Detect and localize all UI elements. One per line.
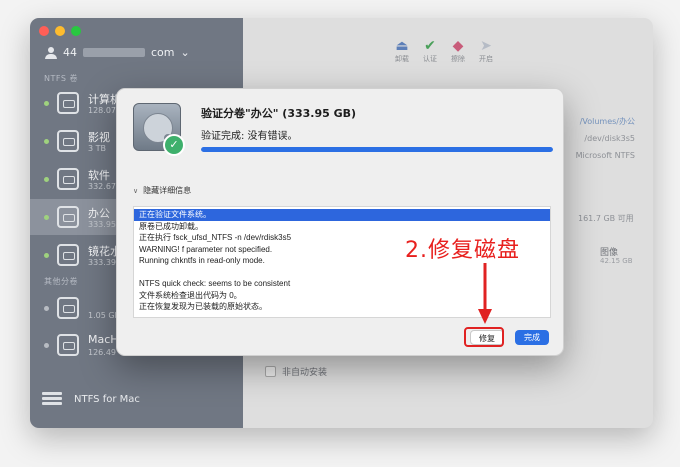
volume-size: 3 TB <box>88 144 107 153</box>
close-window-button[interactable] <box>39 26 49 36</box>
drive-icon <box>57 334 79 356</box>
log-line: 原卷已成功卸载。 <box>139 221 203 231</box>
done-button[interactable]: 完成 <box>515 330 549 345</box>
account-redacted <box>83 48 145 57</box>
drive-icon <box>57 130 79 152</box>
volume-size: 333.39 <box>88 258 116 267</box>
hard-drive-icon: ✓ <box>131 101 185 157</box>
volume-name: 办公 <box>88 207 110 220</box>
verify-label: 认证 <box>423 55 437 63</box>
progress-fill <box>201 147 553 152</box>
annotation-highlight-box <box>464 327 504 347</box>
volume-size: 128.07 <box>88 106 116 115</box>
sidebar-footer: NTFS for Mac <box>42 392 140 406</box>
drive-icon <box>57 92 79 114</box>
open-button[interactable]: ➤ 开启 <box>476 38 496 64</box>
dialog-title: 验证分卷"办公" (333.95 GB) <box>201 107 357 120</box>
volume-size: 332.67 <box>88 182 116 191</box>
success-check-icon: ✓ <box>163 134 185 156</box>
log-line: 正在验证文件系统。 <box>134 209 550 221</box>
drive-icon <box>57 206 79 228</box>
mount-path-link[interactable]: /Volumes/办公 <box>557 113 635 130</box>
mounted-status-dot <box>44 306 49 311</box>
drive-icon <box>57 244 79 266</box>
volume-info-panel: /Volumes/办公 /dev/disk3s5 Microsoft NTFS <box>557 113 635 164</box>
account-suffix: com <box>151 46 175 59</box>
annotation-arrow <box>478 263 492 324</box>
free-space-label: 161.7 GB 可用 <box>578 214 634 223</box>
checkmark-icon: ✔ <box>424 38 436 54</box>
erase-button[interactable]: ◆ 擦除 <box>448 38 468 64</box>
section-other-label: 其他分卷 <box>44 277 78 286</box>
mounted-status-dot <box>44 139 49 144</box>
non-auto-mount-checkbox[interactable]: 非自动安装 <box>265 365 327 378</box>
verification-progress-bar <box>201 147 553 152</box>
checkbox-box <box>265 366 276 377</box>
unmount-label: 卸载 <box>395 55 409 63</box>
app-logo-icon <box>42 392 62 406</box>
mounted-status-dot <box>44 215 49 220</box>
window-controls <box>39 26 81 36</box>
minimize-window-button[interactable] <box>55 26 65 36</box>
verify-button[interactable]: ✔ 认证 <box>420 38 440 64</box>
eraser-icon: ◆ <box>452 38 464 54</box>
annotation-label: 2.修复磁盘 <box>405 238 520 263</box>
hide-details-toggle[interactable]: ∨ 隐藏详细信息 <box>133 185 191 196</box>
app-name: NTFS for Mac <box>74 393 140 405</box>
erase-label: 擦除 <box>451 55 465 63</box>
details-toggle-label: 隐藏详细信息 <box>143 186 192 195</box>
mounted-status-dot <box>44 177 49 182</box>
usage-type-size: 42.15 GB <box>600 257 633 265</box>
mounted-status-dot <box>44 343 49 348</box>
zoom-window-button[interactable] <box>71 26 81 36</box>
open-label: 开启 <box>479 55 493 63</box>
main-toolbar: ⏏ 卸载 ✔ 认证 ◆ 擦除 ➤ 开启 <box>392 38 496 64</box>
section-ntfs-label: NTFS 卷 <box>44 74 78 83</box>
non-auto-mount-label: 非自动安装 <box>282 368 328 378</box>
volume-name: 影视 <box>88 131 110 144</box>
account-prefix: 44 <box>63 46 77 59</box>
account-menu[interactable]: 44 com ⌄ <box>45 46 190 59</box>
mounted-status-dot <box>44 253 49 258</box>
chevron-down-icon: ⌄ <box>180 46 190 59</box>
user-icon <box>45 46 57 59</box>
volume-name: 软件 <box>88 169 110 182</box>
format-name: Microsoft NTFS <box>575 151 635 160</box>
eject-icon: ⏏ <box>395 38 409 54</box>
verify-dialog: ✓ 验证分卷"办公" (333.95 GB) 验证完成: 没有错误。 ∨ 隐藏详… <box>116 88 564 356</box>
drive-icon <box>57 168 79 190</box>
verification-status: 验证完成: 没有错误。 <box>201 131 298 142</box>
chevron-down-icon: ∨ <box>133 186 139 195</box>
send-icon: ➤ <box>480 38 492 54</box>
volume-size: 126.49 <box>88 348 116 357</box>
drive-icon <box>57 297 79 319</box>
unmount-button[interactable]: ⏏ 卸载 <box>392 38 412 64</box>
mounted-status-dot <box>44 101 49 106</box>
volume-size: 333.95 <box>88 220 116 229</box>
device-id: /dev/disk3s5 <box>584 134 635 143</box>
